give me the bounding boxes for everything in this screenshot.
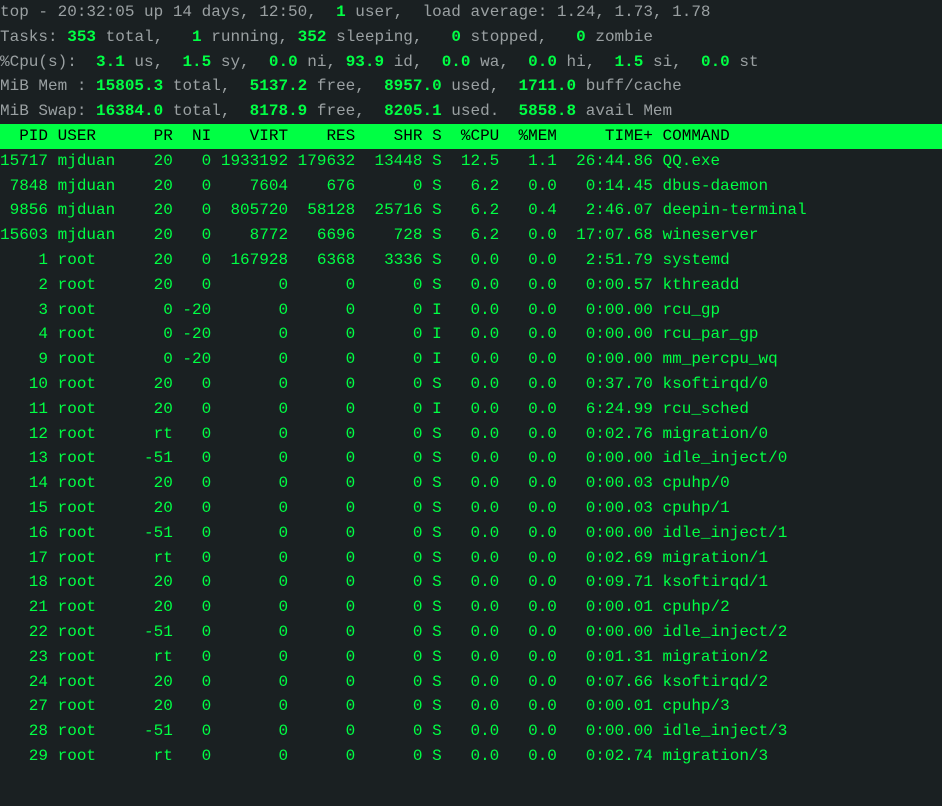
table-row: 9 root 0 -20 0 0 0 I 0.0 0.0 0:00.00 mm_… [0,347,942,372]
table-row: 15717 mjduan 20 0 1933192 179632 13448 S… [0,149,942,174]
table-row: 18 root 20 0 0 0 0 S 0.0 0.0 0:09.71 kso… [0,570,942,595]
table-row: 28 root -51 0 0 0 0 S 0.0 0.0 0:00.00 id… [0,719,942,744]
table-row: 15603 mjduan 20 0 8772 6696 728 S 6.2 0.… [0,223,942,248]
top-summary: top - 20:32:05 up 14 days, 12:50, 1 user… [0,0,942,124]
process-command: wineserver [663,226,759,244]
table-row: 16 root -51 0 0 0 0 S 0.0 0.0 0:00.00 id… [0,521,942,546]
process-metrics: 12 root rt 0 0 0 0 S 0.0 0.0 0:02.76 [0,425,663,443]
process-metrics: 10 root 20 0 0 0 0 S 0.0 0.0 0:37.70 [0,375,663,393]
process-command: migration/3 [663,747,769,765]
process-command: systemd [663,251,730,269]
table-row: 29 root rt 0 0 0 0 S 0.0 0.0 0:02.74 mig… [0,744,942,769]
process-command: idle_inject/1 [663,524,788,542]
process-metrics: 15603 mjduan 20 0 8772 6696 728 S 6.2 0.… [0,226,663,244]
process-metrics: 15 root 20 0 0 0 0 S 0.0 0.0 0:00.03 [0,499,663,517]
process-metrics: 1 root 20 0 167928 6368 3336 S 0.0 0.0 2… [0,251,663,269]
table-row: 22 root -51 0 0 0 0 S 0.0 0.0 0:00.00 id… [0,620,942,645]
process-metrics: 3 root 0 -20 0 0 0 I 0.0 0.0 0:00.00 [0,301,663,319]
process-metrics: 23 root rt 0 0 0 0 S 0.0 0.0 0:01.31 [0,648,663,666]
process-command: rcu_par_gp [663,325,759,343]
process-metrics: 2 root 20 0 0 0 0 S 0.0 0.0 0:00.57 [0,276,663,294]
process-command: ksoftirqd/1 [663,573,769,591]
summary-line1-prefix: top - [0,3,58,21]
process-metrics: 13 root -51 0 0 0 0 S 0.0 0.0 0:00.00 [0,449,663,467]
process-metrics: 22 root -51 0 0 0 0 S 0.0 0.0 0:00.00 [0,623,663,641]
process-metrics: 11 root 20 0 0 0 0 I 0.0 0.0 6:24.99 [0,400,663,418]
table-row: 15 root 20 0 0 0 0 S 0.0 0.0 0:00.03 cpu… [0,496,942,521]
process-table-header: PID USER PR NI VIRT RES SHR S %CPU %MEM … [0,124,942,149]
process-metrics: 24 root 20 0 0 0 0 S 0.0 0.0 0:07.66 [0,673,663,691]
table-row: 3 root 0 -20 0 0 0 I 0.0 0.0 0:00.00 rcu… [0,298,942,323]
table-row: 24 root 20 0 0 0 0 S 0.0 0.0 0:07.66 kso… [0,670,942,695]
process-command: idle_inject/2 [663,623,788,641]
process-metrics: 16 root -51 0 0 0 0 S 0.0 0.0 0:00.00 [0,524,663,542]
process-metrics: 18 root 20 0 0 0 0 S 0.0 0.0 0:09.71 [0,573,663,591]
process-metrics: 14 root 20 0 0 0 0 S 0.0 0.0 0:00.03 [0,474,663,492]
process-metrics: 15717 mjduan 20 0 1933192 179632 13448 S… [0,152,663,170]
table-row: 17 root rt 0 0 0 0 S 0.0 0.0 0:02.69 mig… [0,546,942,571]
process-metrics: 4 root 0 -20 0 0 0 I 0.0 0.0 0:00.00 [0,325,663,343]
process-command: migration/0 [663,425,769,443]
process-command: rcu_sched [663,400,749,418]
process-metrics: 7848 mjduan 20 0 7604 676 0 S 6.2 0.0 0:… [0,177,663,195]
process-command: kthreadd [663,276,740,294]
process-command: cpuhp/3 [663,697,730,715]
table-row: 21 root 20 0 0 0 0 S 0.0 0.0 0:00.01 cpu… [0,595,942,620]
process-command: deepin-terminal [663,201,807,219]
process-command: dbus-daemon [663,177,769,195]
process-command: rcu_gp [663,301,721,319]
process-command: cpuhp/1 [663,499,730,517]
process-command: mm_percpu_wq [663,350,778,368]
process-command: idle_inject/0 [663,449,788,467]
table-row: 12 root rt 0 0 0 0 S 0.0 0.0 0:02.76 mig… [0,422,942,447]
process-metrics: 28 root -51 0 0 0 0 S 0.0 0.0 0:00.00 [0,722,663,740]
process-metrics: 9 root 0 -20 0 0 0 I 0.0 0.0 0:00.00 [0,350,663,368]
table-row: 2 root 20 0 0 0 0 S 0.0 0.0 0:00.57 kthr… [0,273,942,298]
process-command: ksoftirqd/0 [663,375,769,393]
table-row: 4 root 0 -20 0 0 0 I 0.0 0.0 0:00.00 rcu… [0,322,942,347]
process-metrics: 17 root rt 0 0 0 0 S 0.0 0.0 0:02.69 [0,549,663,567]
table-row: 7848 mjduan 20 0 7604 676 0 S 6.2 0.0 0:… [0,174,942,199]
table-row: 11 root 20 0 0 0 0 I 0.0 0.0 6:24.99 rcu… [0,397,942,422]
table-row: 23 root rt 0 0 0 0 S 0.0 0.0 0:01.31 mig… [0,645,942,670]
process-metrics: 21 root 20 0 0 0 0 S 0.0 0.0 0:00.01 [0,598,663,616]
table-row: 27 root 20 0 0 0 0 S 0.0 0.0 0:00.01 cpu… [0,694,942,719]
table-row: 13 root -51 0 0 0 0 S 0.0 0.0 0:00.00 id… [0,446,942,471]
process-command: idle_inject/3 [663,722,788,740]
process-table-body: 15717 mjduan 20 0 1933192 179632 13448 S… [0,149,942,769]
table-row: 10 root 20 0 0 0 0 S 0.0 0.0 0:37.70 kso… [0,372,942,397]
process-command: migration/2 [663,648,769,666]
process-command: ksoftirqd/2 [663,673,769,691]
process-metrics: 29 root rt 0 0 0 0 S 0.0 0.0 0:02.74 [0,747,663,765]
process-command: QQ.exe [663,152,721,170]
table-row: 1 root 20 0 167928 6368 3336 S 0.0 0.0 2… [0,248,942,273]
process-command: cpuhp/2 [663,598,730,616]
table-row: 9856 mjduan 20 0 805720 58128 25716 S 6.… [0,198,942,223]
table-row: 14 root 20 0 0 0 0 S 0.0 0.0 0:00.03 cpu… [0,471,942,496]
process-metrics: 9856 mjduan 20 0 805720 58128 25716 S 6.… [0,201,663,219]
process-metrics: 27 root 20 0 0 0 0 S 0.0 0.0 0:00.01 [0,697,663,715]
process-command: migration/1 [663,549,769,567]
process-command: cpuhp/0 [663,474,730,492]
